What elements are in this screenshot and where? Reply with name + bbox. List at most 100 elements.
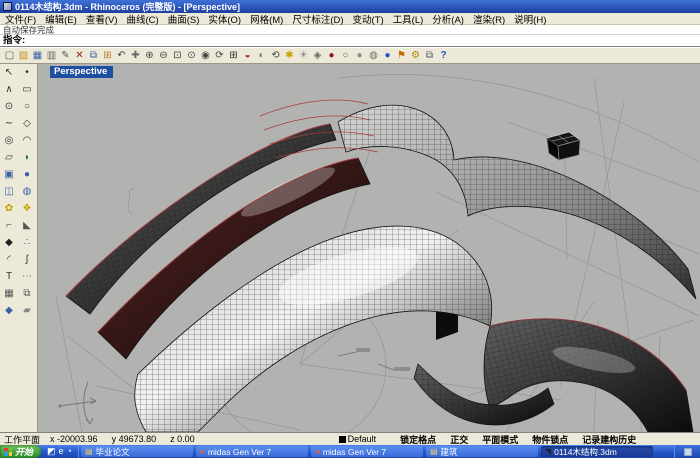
polygon-icon[interactable]: ◇ bbox=[18, 116, 36, 132]
rectangle-icon[interactable]: ▭ bbox=[18, 82, 36, 98]
sphere-red-icon[interactable]: ● bbox=[325, 49, 338, 63]
undo-icon[interactable]: ↶ bbox=[115, 49, 128, 63]
eraser-icon[interactable]: ▰ bbox=[18, 303, 36, 319]
quicklaunch-desktop-icon[interactable]: ◔ bbox=[67, 447, 72, 456]
polyhedron-icon[interactable]: ◆ bbox=[0, 303, 18, 319]
arc-icon[interactable]: ◠ bbox=[18, 133, 36, 149]
print-icon[interactable]: ▥ bbox=[45, 49, 58, 63]
task-button-0[interactable]: ▤毕业论文 bbox=[81, 446, 193, 457]
open-icon[interactable]: ▧ bbox=[17, 49, 30, 63]
blend-icon[interactable]: ∫ bbox=[18, 252, 36, 268]
surface-curved-icon[interactable]: ◗ bbox=[18, 150, 36, 166]
zoom-selected-icon[interactable]: ◉ bbox=[199, 49, 212, 63]
pan-icon[interactable]: ✚ bbox=[129, 49, 142, 63]
toggle-1[interactable]: 正交 bbox=[450, 433, 468, 446]
viewport-canvas[interactable] bbox=[38, 64, 700, 432]
shade-icon[interactable]: ◐ bbox=[255, 49, 268, 63]
menu-item-12[interactable]: 说明(H) bbox=[514, 12, 546, 26]
menu-item-2[interactable]: 查看(V) bbox=[86, 12, 118, 26]
menu-item-6[interactable]: 网格(M) bbox=[250, 12, 283, 26]
menu-item-1[interactable]: 编辑(E) bbox=[45, 12, 77, 26]
annotation-marks bbox=[338, 348, 410, 371]
quicklaunch-user-icon[interactable]: ◩ bbox=[47, 447, 56, 456]
text-icon[interactable]: T bbox=[0, 269, 18, 285]
circle-center-icon[interactable]: ⊙ bbox=[0, 99, 18, 115]
sphere-wire-icon[interactable]: ◍ bbox=[367, 49, 380, 63]
paste-icon[interactable]: ⊞ bbox=[101, 49, 114, 63]
task-button-4[interactable]: ◥0114木结构.3dm bbox=[541, 446, 653, 457]
help-icon[interactable]: ? bbox=[437, 49, 450, 63]
globe-icon[interactable]: ● bbox=[381, 49, 394, 63]
toggle-4[interactable]: 记录建构历史 bbox=[582, 433, 636, 446]
fillet-icon[interactable]: ⌐ bbox=[0, 218, 18, 234]
task-button-3[interactable]: ▤建筑 bbox=[426, 446, 538, 457]
delete-icon[interactable]: ✕ bbox=[73, 49, 86, 63]
zoom-extents-icon[interactable]: ⊙ bbox=[185, 49, 198, 63]
menu-item-4[interactable]: 曲面(S) bbox=[168, 12, 200, 26]
menu-item-8[interactable]: 变动(T) bbox=[353, 12, 384, 26]
save-icon[interactable]: ▦ bbox=[31, 49, 44, 63]
ellipsoid-icon[interactable]: ◍ bbox=[18, 184, 36, 200]
taskbar: 开始 ◩e◔ ▤毕业论文●midas Gen Ver 7●midas Gen V… bbox=[0, 445, 700, 458]
hierarchy-icon[interactable]: ⧉ bbox=[423, 49, 436, 63]
circle-2pt-icon[interactable]: ○ bbox=[18, 99, 36, 115]
polyline-icon[interactable]: ∧ bbox=[0, 82, 18, 98]
lock-icon[interactable]: ◈ bbox=[311, 49, 324, 63]
quicklaunch-ie-icon[interactable]: e bbox=[59, 447, 64, 456]
new-icon[interactable]: ▢ bbox=[3, 49, 16, 63]
zoom-out-icon[interactable]: ⊖ bbox=[157, 49, 170, 63]
gear-icon[interactable]: ⚙ bbox=[409, 49, 422, 63]
viewport-layout-icon[interactable]: ⊞ bbox=[227, 49, 240, 63]
dim-path-icon[interactable]: ⋯ bbox=[18, 269, 36, 285]
select-icon[interactable]: ↖ bbox=[0, 65, 18, 81]
boolean-difference-icon[interactable]: ❖ bbox=[18, 201, 36, 217]
ellipse-icon[interactable]: ◎ bbox=[0, 133, 18, 149]
rotate-icon[interactable]: ⟲ bbox=[269, 49, 282, 63]
light-icon[interactable]: ☀ bbox=[297, 49, 310, 63]
box-icon[interactable]: ▣ bbox=[0, 167, 18, 183]
zoom-window-icon[interactable]: ⊡ bbox=[171, 49, 184, 63]
curve-tools-icon[interactable]: ◜ bbox=[0, 252, 18, 268]
toggle-0[interactable]: 锁定格点 bbox=[400, 433, 436, 446]
menu-item-10[interactable]: 分析(A) bbox=[432, 12, 464, 26]
chamfer-icon[interactable]: ◣ bbox=[18, 218, 36, 234]
sphere-icon[interactable]: ● bbox=[18, 167, 36, 183]
surface-icon[interactable]: ▱ bbox=[0, 150, 18, 166]
rotate-view-icon[interactable]: ⟳ bbox=[213, 49, 226, 63]
cylinder-icon[interactable]: ◫ bbox=[0, 184, 18, 200]
copy-icon[interactable]: ⧉ bbox=[87, 49, 100, 63]
render-tools-icon[interactable]: ◒ bbox=[241, 49, 254, 63]
task-button-2[interactable]: ●midas Gen Ver 7 bbox=[311, 446, 423, 457]
start-button[interactable]: 开始 bbox=[0, 445, 41, 458]
menu-item-5[interactable]: 实体(O) bbox=[208, 12, 241, 26]
zoom-in-icon[interactable]: ⊕ bbox=[143, 49, 156, 63]
menu-item-7[interactable]: 尺寸标注(D) bbox=[292, 12, 343, 26]
viewport-title[interactable]: Perspective bbox=[50, 66, 113, 78]
menu-item-3[interactable]: 曲线(C) bbox=[126, 12, 158, 26]
small-box[interactable] bbox=[547, 132, 580, 160]
toggle-3[interactable]: 物件锁点 bbox=[532, 433, 568, 446]
sphere-gray-icon[interactable]: ● bbox=[353, 49, 366, 63]
task-button-1[interactable]: ●midas Gen Ver 7 bbox=[196, 446, 308, 457]
menu-item-0[interactable]: 文件(F) bbox=[5, 12, 36, 26]
command-prompt[interactable]: 指令: bbox=[0, 35, 700, 47]
ring-icon[interactable]: ○ bbox=[339, 49, 352, 63]
point-icon[interactable]: • bbox=[18, 65, 36, 81]
flag-icon[interactable]: ⚑ bbox=[395, 49, 408, 63]
layer-indicator[interactable]: Default bbox=[339, 434, 377, 444]
group-icon[interactable]: ⧉ bbox=[18, 286, 36, 302]
toggle-2[interactable]: 平面模式 bbox=[482, 433, 518, 446]
edit-icon[interactable]: ✎ bbox=[59, 49, 72, 63]
osnap-tools-icon[interactable]: ✱ bbox=[283, 49, 296, 63]
cplane-button[interactable]: 工作平面 bbox=[4, 433, 40, 446]
array-icon[interactable]: ▦ bbox=[0, 286, 18, 302]
curve-icon[interactable]: ∼ bbox=[0, 116, 18, 132]
boolean-union-icon[interactable]: ✿ bbox=[0, 201, 18, 217]
drop-icon[interactable]: ◆ bbox=[0, 235, 18, 251]
system-tray[interactable] bbox=[674, 445, 700, 458]
menu-item-9[interactable]: 工具(L) bbox=[393, 12, 424, 26]
perspective-viewport[interactable]: Perspective bbox=[38, 64, 700, 432]
menu-item-11[interactable]: 渲染(R) bbox=[473, 12, 505, 26]
spheres-group-icon[interactable]: ∴ bbox=[18, 235, 36, 251]
task-label-1: midas Gen Ver 7 bbox=[208, 447, 271, 457]
